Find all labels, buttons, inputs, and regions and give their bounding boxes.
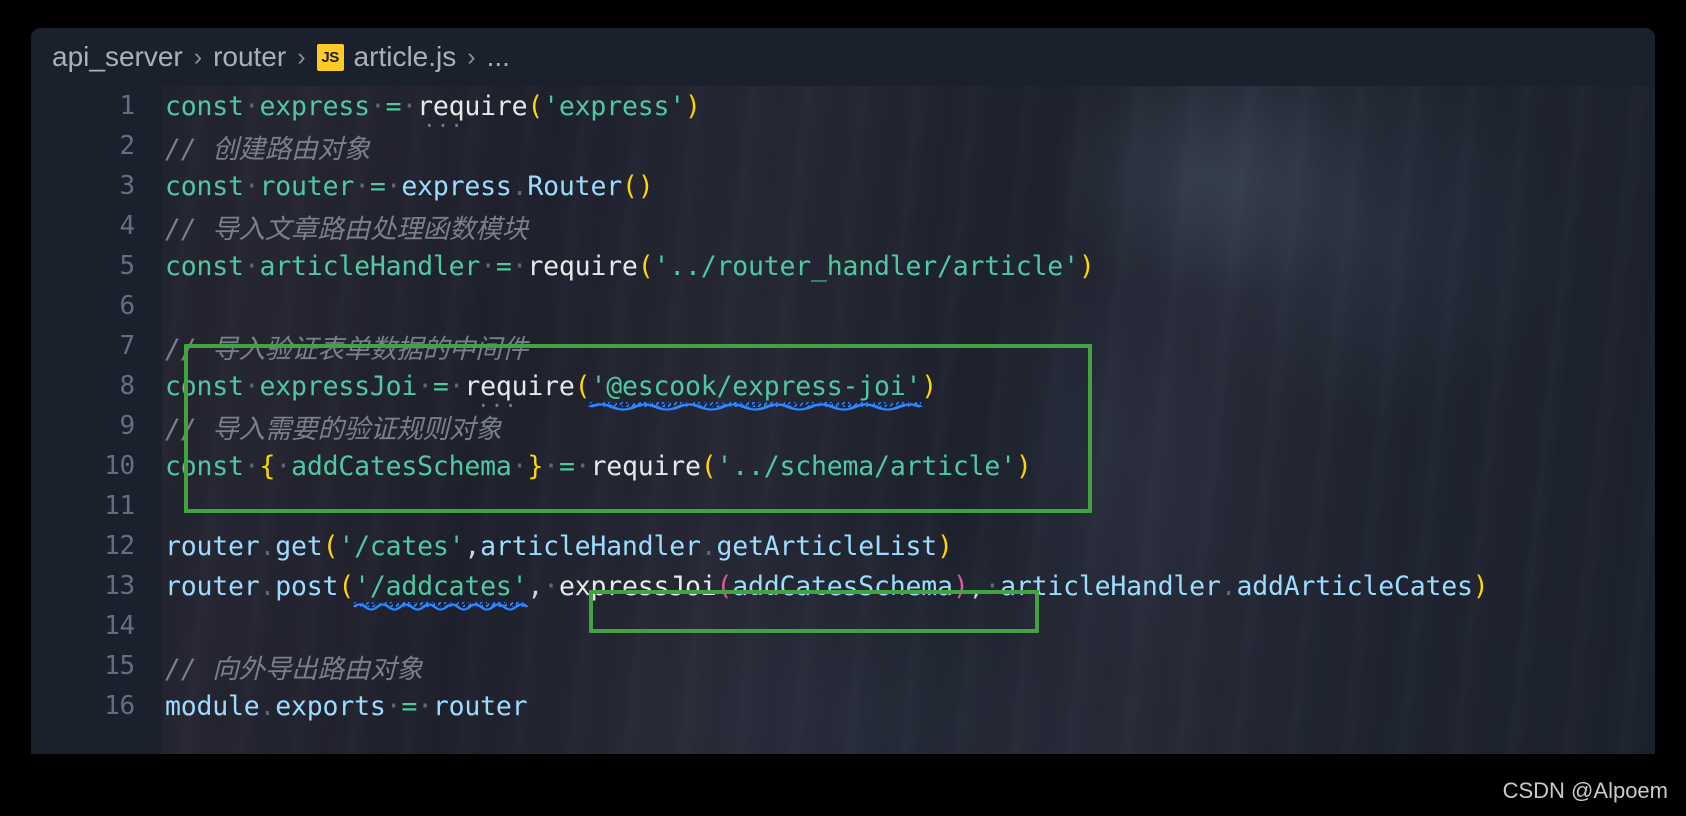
token-module-obj: module xyxy=(165,690,260,722)
code-line[interactable]: 9 // 导入需要的验证规则对象 xyxy=(31,406,1655,446)
line-source[interactable]: const·articleHandler·=·require('../route… xyxy=(135,251,1095,282)
token-articlehandler-obj: articleHandler xyxy=(1000,570,1221,602)
token-const: const xyxy=(165,450,244,482)
token-module-path: '../router_handler/article' xyxy=(653,250,1079,282)
token-router-var: router xyxy=(259,170,355,202)
code-editor-window: api_server › router › JS article.js › ..… xyxy=(31,28,1655,754)
token-exports-prop: exports xyxy=(275,690,386,722)
line-number: 4 xyxy=(119,211,136,241)
line-source-comment: // 向外导出路由对象 xyxy=(165,653,423,685)
line-source[interactable]: router.get('/cates',articleHandler.getAr… xyxy=(135,531,953,562)
breadcrumb-item-router[interactable]: router xyxy=(213,41,286,73)
code-line[interactable]: 4 // 导入文章路由处理函数模块 xyxy=(31,206,1655,246)
token-require: require xyxy=(527,250,638,282)
token-getarticlelist: getArticleList xyxy=(716,530,938,562)
token-route-path-text: '/addcates' xyxy=(354,570,528,602)
code-line[interactable]: 8 const·expressJoi·=·require('@escook/ex… xyxy=(31,366,1655,411)
token-router-obj: router xyxy=(165,570,260,602)
token-addcatesschema-arg: addCatesSchema xyxy=(732,570,953,602)
token-const: const xyxy=(165,170,244,202)
token-route-path-misspelled[interactable]: '/addcates' xyxy=(352,570,529,611)
line-number: 6 xyxy=(119,291,136,321)
line-number: 14 xyxy=(104,611,135,641)
breadcrumb[interactable]: api_server › router › JS article.js › ..… xyxy=(31,28,1655,86)
token-get-method: get xyxy=(275,530,323,562)
token-module-path: 'express' xyxy=(543,90,685,122)
token-const: const xyxy=(165,370,244,402)
breadcrumb-separator-icon: › xyxy=(297,42,306,71)
line-number: 10 xyxy=(104,451,135,481)
line-source[interactable]: module.exports·=·router xyxy=(135,690,528,722)
screenshot-root: api_server › router › JS article.js › ..… xyxy=(0,0,1686,816)
line-number: 2 xyxy=(119,131,136,161)
token-router-method: Router xyxy=(527,170,622,202)
token-router-obj: router xyxy=(432,690,528,722)
line-source-comment: // 导入需要的验证规则对象 xyxy=(165,413,502,445)
token-post-method: post xyxy=(275,570,339,602)
code-line[interactable]: 15 // 向外导出路由对象 xyxy=(31,646,1655,686)
line-number: 9 xyxy=(119,411,136,441)
line-number: 8 xyxy=(119,371,136,401)
token-module-path-misspelled[interactable]: '@escook/express-joi' xyxy=(588,370,924,411)
code-line[interactable]: 13 router.post('/addcates' ,·expressJoi(a… xyxy=(31,566,1655,611)
line-source[interactable]: const·{·addCatesSchema·}·=·require('../s… xyxy=(135,451,1032,482)
code-line[interactable]: 6 xyxy=(31,286,1655,326)
code-line[interactable]: 3 const·router·=·express.Router() xyxy=(31,166,1655,206)
breadcrumb-separator-icon: › xyxy=(193,42,203,71)
code-line[interactable]: 12 router.get('/cates',articleHandler.ge… xyxy=(31,526,1655,566)
code-line[interactable]: 11 xyxy=(31,486,1655,526)
breadcrumb-item-symbols[interactable]: ... xyxy=(487,41,510,73)
line-source-comment: // 导入验证表单数据的中间件 xyxy=(165,333,528,365)
token-const: const xyxy=(165,250,244,282)
token-module-path: '../schema/article' xyxy=(716,450,1017,482)
token-express-obj: express xyxy=(401,170,512,202)
line-number: 5 xyxy=(119,251,136,281)
line-number: 16 xyxy=(104,691,135,721)
code-line[interactable]: 5 const·articleHandler·=·require('../rou… xyxy=(31,246,1655,286)
token-addcatesschema-var: addCatesSchema xyxy=(291,450,512,482)
breadcrumb-separator-icon: › xyxy=(467,42,476,71)
code-line[interactable]: 16 module.exports·=·router xyxy=(31,686,1655,726)
line-number: 1 xyxy=(119,91,136,121)
code-line[interactable]: 1 const·express·=·require('express')... xyxy=(31,86,1655,131)
token-express-var: express xyxy=(259,90,370,122)
javascript-file-icon: JS xyxy=(316,43,344,71)
line-number: 11 xyxy=(104,491,135,521)
line-source[interactable]: const·expressJoi·=·require('@escook/expr… xyxy=(135,370,937,411)
code-content[interactable]: 1 const·express·=·require('express')... … xyxy=(31,86,1655,754)
watermark: CSDN @Alpoem xyxy=(1502,778,1668,803)
breadcrumb-item-api-server[interactable]: api_server xyxy=(52,41,183,73)
token-require: require xyxy=(590,450,701,482)
code-line[interactable]: 2 // 创建路由对象 xyxy=(31,126,1655,166)
line-number: 3 xyxy=(119,171,136,201)
token-addarticlecates: addArticleCates xyxy=(1236,570,1473,602)
token-articlehandler-obj: articleHandler xyxy=(480,530,701,562)
token-articlehandler-var: articleHandler xyxy=(259,250,481,282)
line-source[interactable]: const·router·=·express.Router() xyxy=(135,170,654,202)
token-const: const xyxy=(165,90,244,122)
token-router-obj: router xyxy=(165,530,260,562)
line-source-comment: // 导入文章路由处理函数模块 xyxy=(165,213,528,245)
line-source[interactable]: router.post('/addcates' ,·expressJoi(addC… xyxy=(135,570,1489,611)
token-route-path: '/cates' xyxy=(338,530,465,562)
line-number: 7 xyxy=(119,331,136,361)
token-module-path-text: '@escook/express-joi' xyxy=(590,370,922,402)
line-number: 12 xyxy=(104,531,135,561)
code-line[interactable]: 14 xyxy=(31,606,1655,646)
code-line[interactable]: 10 const·{·addCatesSchema·}·=·require('.… xyxy=(31,446,1655,486)
line-source[interactable]: const·express·=·require('express')... xyxy=(135,90,701,131)
token-expressjoi-var: expressJoi xyxy=(259,370,418,402)
breadcrumb-item-article-js[interactable]: article.js xyxy=(354,41,457,73)
line-number: 13 xyxy=(104,571,135,601)
token-expressjoi-call: expressJoi xyxy=(558,570,717,602)
line-number: 15 xyxy=(104,651,135,681)
line-source-comment: // 创建路由对象 xyxy=(165,133,371,165)
code-line[interactable]: 7 // 导入验证表单数据的中间件 xyxy=(31,326,1655,366)
